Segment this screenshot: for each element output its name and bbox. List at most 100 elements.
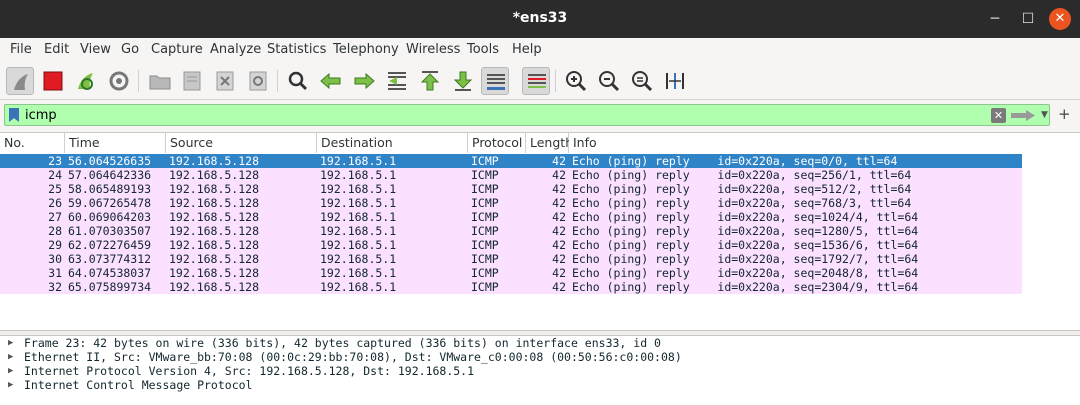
column-header-destination[interactable]: Destination [317, 133, 468, 153]
expand-arrow-icon[interactable]: ▶ [8, 378, 13, 392]
apply-filter-icon[interactable] [1010, 109, 1036, 122]
cell-info: Echo (ping) reply id=0x220a, seq=1536/6,… [572, 238, 919, 252]
zoom-out-icon[interactable] [595, 67, 623, 95]
packet-row[interactable]: 29 62.072276459 192.168.5.128 192.168.5.1 IC… [0, 238, 1022, 252]
packet-row[interactable]: 24 57.064642336 192.168.5.128 192.168.5.1 IC… [0, 168, 1022, 182]
column-header-protocol[interactable]: Protocol [468, 133, 526, 153]
cell-length: 42 [552, 210, 566, 224]
detail-frame[interactable]: ▶ Frame 23: 42 bytes on wire (336 bits),… [0, 336, 1080, 350]
cell-protocol: ICMP [471, 210, 499, 224]
auto-scroll-icon[interactable] [481, 67, 509, 95]
cell-destination: 192.168.5.1 [320, 280, 397, 294]
menu-edit[interactable]: Edit [44, 42, 69, 57]
cell-info: Echo (ping) reply id=0x220a, seq=0/0, tt… [572, 154, 898, 168]
display-filter-input[interactable] [25, 106, 985, 124]
packet-row[interactable]: 23 56.064526635 192.168.5.128 192.168.5.1 IC… [0, 154, 1022, 168]
zoom-normal-icon[interactable] [628, 67, 656, 95]
packet-row[interactable]: 31 64.074538037 192.168.5.128 192.168.5.1 IC… [0, 266, 1022, 280]
packet-row[interactable]: 25 58.065489193 192.168.5.128 192.168.5.1 IC… [0, 182, 1022, 196]
resize-columns-icon[interactable] [661, 67, 689, 95]
cell-destination: 192.168.5.1 [320, 154, 397, 168]
menu-help[interactable]: Help [512, 42, 542, 57]
menu-view[interactable]: View [80, 42, 111, 57]
open-file-icon[interactable] [146, 67, 174, 95]
stop-capture-icon[interactable] [39, 67, 67, 95]
bookmark-icon[interactable] [9, 108, 19, 122]
first-packet-icon[interactable] [416, 67, 444, 95]
cell-destination: 192.168.5.1 [320, 168, 397, 182]
menu-file[interactable]: File [10, 42, 32, 57]
cell-protocol: ICMP [471, 266, 499, 280]
go-forward-icon[interactable] [350, 67, 378, 95]
cell-length: 42 [552, 224, 566, 238]
find-packet-icon[interactable] [284, 67, 312, 95]
cell-protocol: ICMP [471, 196, 499, 210]
detail-ipv4[interactable]: ▶ Internet Protocol Version 4, Src: 192.… [0, 364, 1080, 378]
cell-length: 42 [552, 252, 566, 266]
menu-tools[interactable]: Tools [467, 42, 499, 57]
packet-row[interactable]: 32 65.075899734 192.168.5.128 192.168.5.1 IC… [0, 280, 1022, 294]
packet-row[interactable]: 27 60.069064203 192.168.5.128 192.168.5.1 IC… [0, 210, 1022, 224]
reload-file-icon[interactable] [244, 67, 272, 95]
cell-source: 192.168.5.128 [169, 196, 260, 210]
column-header-length[interactable]: Length [526, 133, 573, 153]
cell-no: 30 [48, 252, 62, 266]
menu-capture[interactable]: Capture [151, 42, 203, 57]
minimize-button[interactable]: ─ [985, 9, 1005, 29]
add-filter-button[interactable]: + [1058, 105, 1071, 123]
column-header-time[interactable]: Time [65, 133, 166, 153]
last-packet-icon[interactable] [449, 67, 477, 95]
capture-options-icon[interactable] [105, 67, 133, 95]
cell-destination: 192.168.5.1 [320, 224, 397, 238]
menu-analyze[interactable]: Analyze [210, 42, 261, 57]
cell-length: 42 [552, 168, 566, 182]
save-file-icon[interactable] [178, 67, 206, 95]
cell-time: 60.069064203 [68, 210, 152, 224]
close-file-icon[interactable] [211, 67, 239, 95]
cell-length: 42 [552, 154, 566, 168]
cell-length: 42 [552, 182, 566, 196]
packet-row[interactable]: 26 59.067265478 192.168.5.128 192.168.5.1 IC… [0, 196, 1022, 210]
packet-row[interactable]: 28 61.070303507 192.168.5.128 192.168.5.1 IC… [0, 224, 1022, 238]
expand-arrow-icon[interactable]: ▶ [8, 364, 13, 378]
packet-row[interactable]: 30 63.073774312 192.168.5.128 192.168.5.1 IC… [0, 252, 1022, 266]
restart-capture-icon[interactable] [72, 67, 100, 95]
expand-arrow-icon[interactable]: ▶ [8, 336, 13, 350]
cell-length: 42 [552, 266, 566, 280]
cell-info: Echo (ping) reply id=0x220a, seq=768/3, … [572, 196, 912, 210]
cell-info: Echo (ping) reply id=0x220a, seq=1024/4,… [572, 210, 919, 224]
cell-protocol: ICMP [471, 154, 499, 168]
packet-details: ▶ Frame 23: 42 bytes on wire (336 bits),… [0, 335, 1080, 405]
column-header-info[interactable]: Info [569, 133, 1080, 153]
column-header-source[interactable]: Source [166, 133, 317, 153]
display-filter-field[interactable]: ✕ ▼ [4, 104, 1050, 126]
cell-time: 61.070303507 [68, 224, 152, 238]
clear-filter-icon[interactable]: ✕ [991, 108, 1006, 123]
cell-time: 59.067265478 [68, 196, 152, 210]
detail-icmp[interactable]: ▶ Internet Control Message Protocol [0, 378, 1080, 392]
cell-source: 192.168.5.128 [169, 252, 260, 266]
maximize-button[interactable]: ☐ [1018, 9, 1038, 29]
close-button[interactable]: ✕ [1049, 8, 1071, 30]
go-back-icon[interactable] [317, 67, 345, 95]
menu-go[interactable]: Go [121, 42, 139, 57]
cell-time: 56.064526635 [68, 154, 152, 168]
cell-no: 28 [48, 224, 62, 238]
colorize-icon[interactable] [522, 67, 550, 95]
menubar: File Edit View Go Capture Analyze Statis… [0, 38, 1080, 62]
shark-fin-start-icon[interactable] [6, 67, 34, 95]
toolbar-separator [555, 70, 556, 92]
expand-arrow-icon[interactable]: ▶ [8, 350, 13, 364]
cell-info: Echo (ping) reply id=0x220a, seq=2304/9,… [572, 280, 919, 294]
detail-ethernet[interactable]: ▶ Ethernet II, Src: VMware_bb:70:08 (00:… [0, 350, 1080, 364]
cell-no: 31 [48, 266, 62, 280]
menu-statistics[interactable]: Statistics [267, 42, 326, 57]
menu-telephony[interactable]: Telephony [333, 42, 399, 57]
zoom-in-icon[interactable] [562, 67, 590, 95]
go-to-packet-icon[interactable] [383, 67, 411, 95]
filter-history-dropdown[interactable]: ▼ [1041, 107, 1051, 123]
display-filter-bar: ✕ ▼ [0, 102, 1080, 128]
menu-wireless[interactable]: Wireless [406, 42, 460, 57]
column-header-no[interactable]: No. [0, 133, 65, 153]
cell-source: 192.168.5.128 [169, 224, 260, 238]
